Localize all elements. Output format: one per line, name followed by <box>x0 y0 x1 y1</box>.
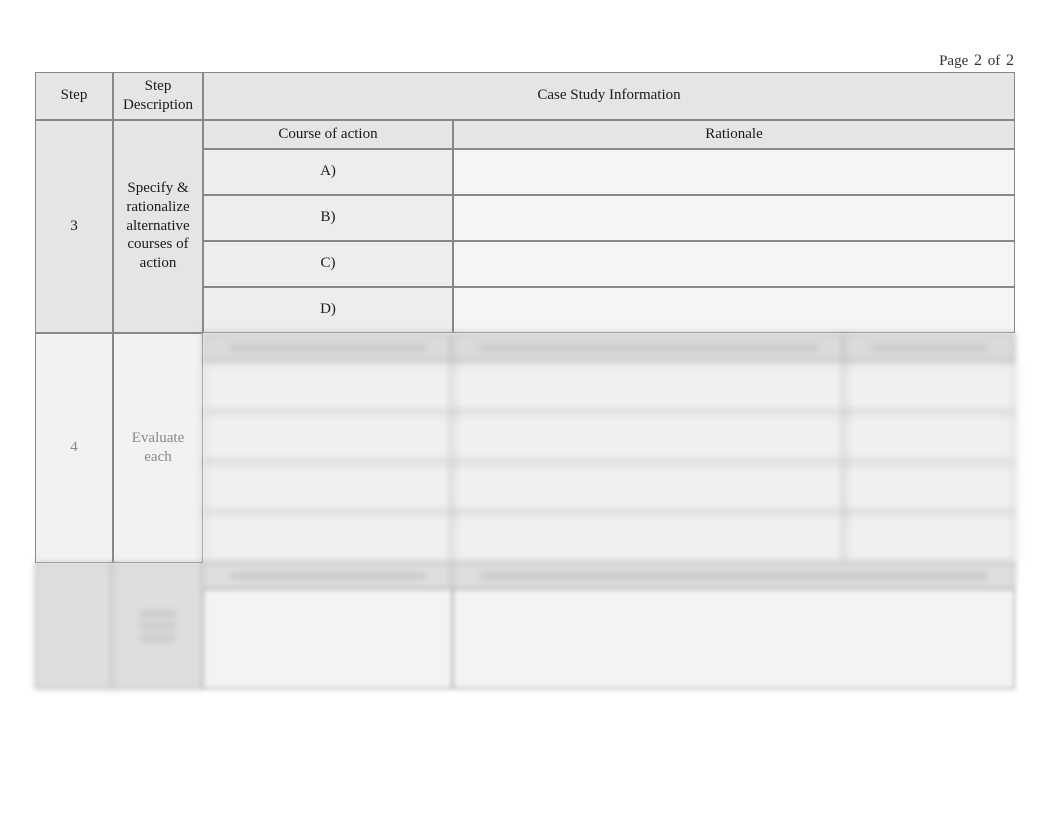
step4-subheader: 4 Evaluate each <box>35 333 1015 363</box>
step4-a-c3 <box>845 363 1015 413</box>
case-study-table: Step Step Description Case Study Informa… <box>35 72 1015 689</box>
step5-c2 <box>453 589 1015 689</box>
step4-b-c2 <box>453 413 845 463</box>
step3-a-label: A) <box>203 149 453 195</box>
page-of-label: of <box>988 53 1001 69</box>
step4-d-c2 <box>453 513 845 563</box>
step5-col1-header <box>203 563 453 589</box>
step5-header <box>35 563 1015 589</box>
header-step-description: Step Description <box>113 72 203 120</box>
step3-number: 3 <box>35 120 113 333</box>
page-label: Page <box>939 53 968 69</box>
step3-d-label: D) <box>203 287 453 333</box>
page-current: 2 <box>974 52 982 69</box>
step5-c1 <box>203 589 453 689</box>
step5-number <box>35 563 113 689</box>
step4-c-c2 <box>453 463 845 513</box>
step5-col2-header <box>453 563 1015 589</box>
step4-a-c2 <box>453 363 845 413</box>
step4-col2-header <box>453 333 845 363</box>
step4-col1-header <box>203 333 453 363</box>
step3-c-rationale <box>453 241 1015 287</box>
step3-c-label: C) <box>203 241 453 287</box>
step3-rationale-header: Rationale <box>453 120 1015 149</box>
page-total: 2 <box>1006 52 1014 69</box>
step4-b-c1 <box>203 413 453 463</box>
step3-b-label: B) <box>203 195 453 241</box>
page-indicator: Page 2 of 2 <box>939 52 1016 70</box>
step3-a-rationale <box>453 149 1015 195</box>
header-step: Step <box>35 72 113 120</box>
step3-subheader: 3 Specify & rationalize alternative cour… <box>35 120 1015 149</box>
step4-col3-header <box>845 333 1015 363</box>
header-case-study-info: Case Study Information <box>203 72 1015 120</box>
step3-d-rationale <box>453 287 1015 333</box>
step4-number: 4 <box>35 333 113 563</box>
step3-course-of-action-header: Course of action <box>203 120 453 149</box>
step4-c-c3 <box>845 463 1015 513</box>
step4-d-c3 <box>845 513 1015 563</box>
step3-description: Specify & rationalize alternative course… <box>113 120 203 333</box>
step4-a-c1 <box>203 363 453 413</box>
step3-b-rationale <box>453 195 1015 241</box>
step4-b-c3 <box>845 413 1015 463</box>
step4-description: Evaluate each <box>113 333 203 563</box>
step4-c-c1 <box>203 463 453 513</box>
step5-description <box>113 563 203 689</box>
step4-d-c1 <box>203 513 453 563</box>
header-row: Step Step Description Case Study Informa… <box>35 72 1015 120</box>
